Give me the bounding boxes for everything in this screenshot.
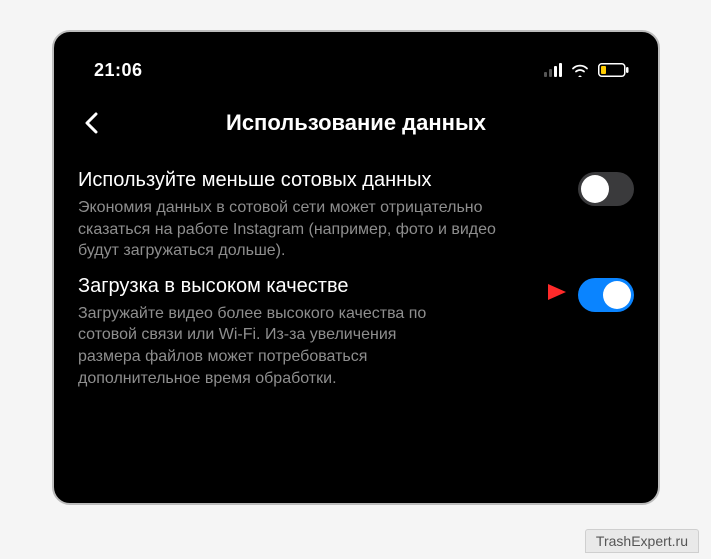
settings-list: Используйте меньше сотовых данных Эконом… — [54, 158, 658, 393]
watermark: TrashExpert.ru — [585, 529, 699, 553]
setting-description: Экономия данных в сотовой сети может отр… — [78, 197, 498, 262]
status-bar: 21:06 — [54, 32, 658, 88]
status-indicators — [544, 63, 630, 77]
toggle-use-less-cellular[interactable] — [578, 172, 634, 206]
back-button[interactable] — [80, 111, 104, 135]
setting-title: Используйте меньше сотовых данных — [78, 168, 562, 193]
cellular-signal-icon — [544, 63, 562, 77]
setting-high-quality-upload: Загрузка в высоком качестве Загружайте в… — [78, 266, 634, 393]
setting-use-less-cellular: Используйте меньше сотовых данных Эконом… — [78, 160, 634, 266]
setting-title: Загрузка в высоком качестве — [78, 274, 462, 299]
status-time: 21:06 — [94, 60, 143, 81]
page-title: Использование данных — [226, 110, 486, 136]
annotation-arrow-icon — [478, 282, 568, 307]
setting-description: Загружайте видео более высокого качества… — [78, 303, 462, 389]
wifi-icon — [570, 63, 590, 77]
battery-low-icon — [598, 63, 630, 77]
toggle-high-quality-upload[interactable] — [578, 278, 634, 312]
nav-header: Использование данных — [54, 88, 658, 158]
phone-frame: 21:06 Исп — [52, 30, 660, 505]
